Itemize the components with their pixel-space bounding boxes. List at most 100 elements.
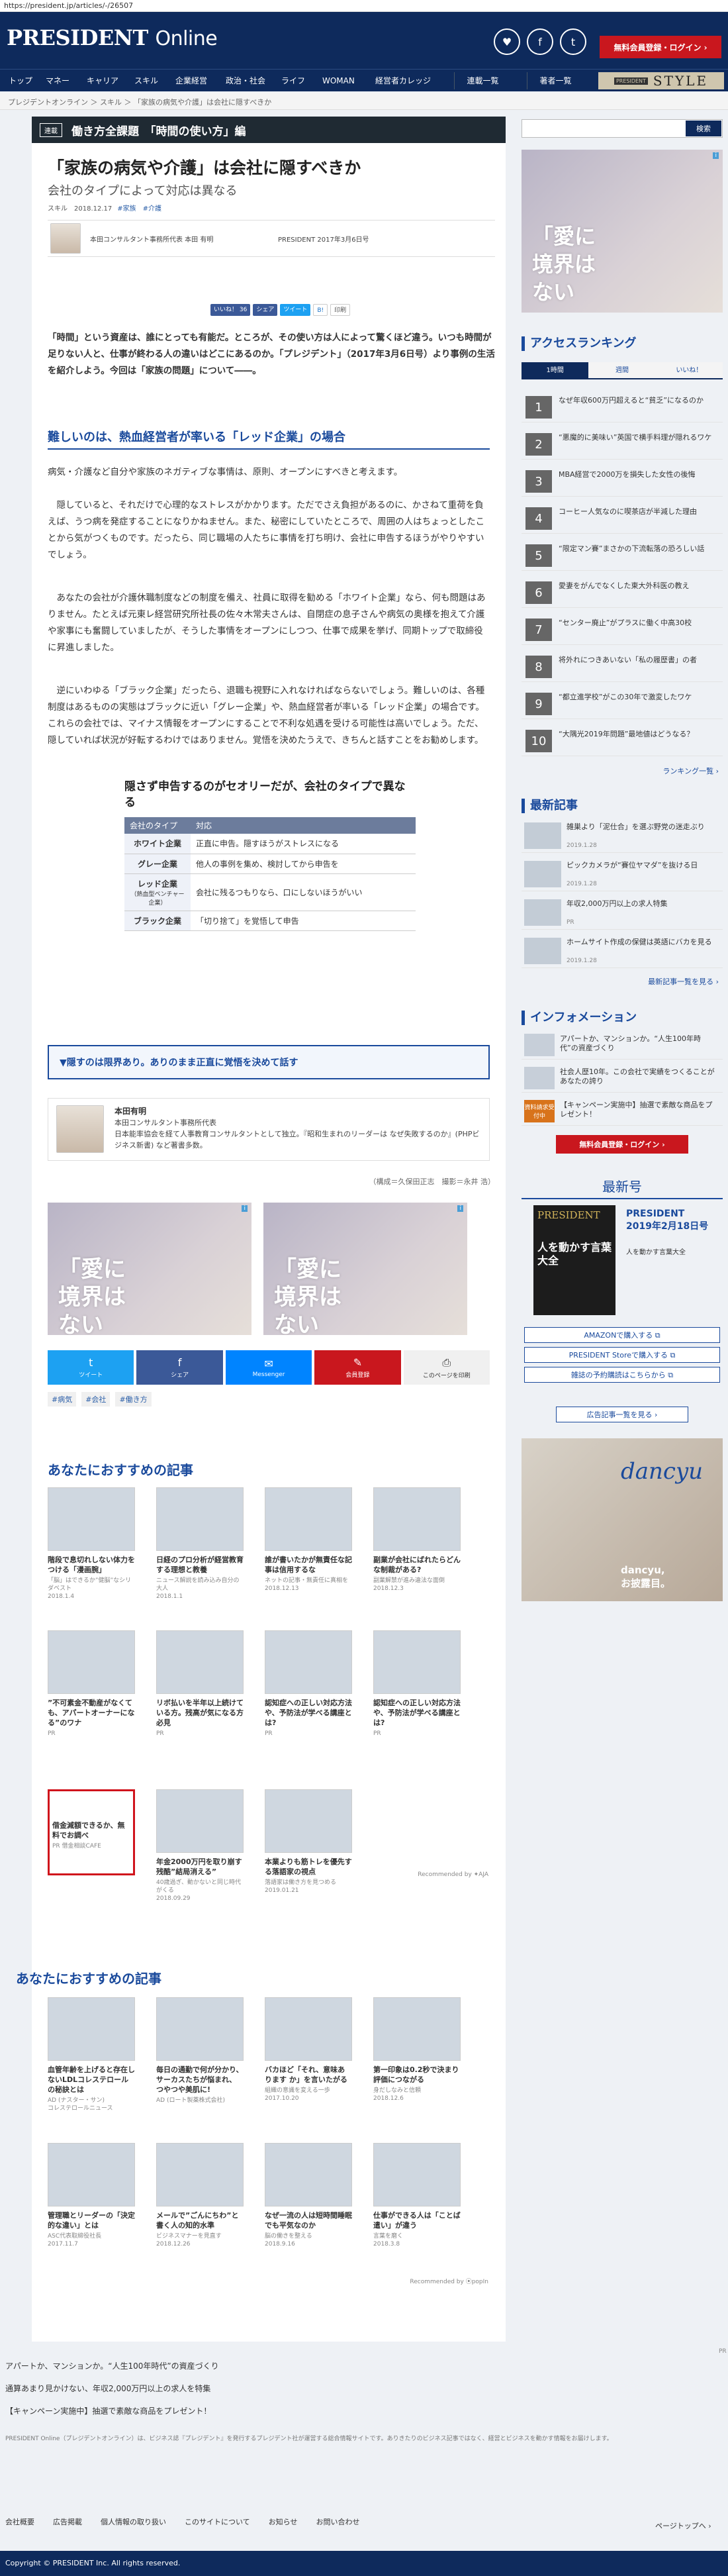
subscribe-button[interactable]: 雑誌の予約購読はこちらから ⧉ (524, 1367, 720, 1383)
recommend-card[interactable]: 年金2000万円を取り崩す残酷”結局消える” 40歳過ぎ、動かないと同じ時代がくる… (156, 1789, 244, 1903)
footer-link-company[interactable]: 会社概要 (5, 2516, 34, 2527)
facebook-large-button[interactable]: f シェア (136, 1350, 223, 1385)
info-item[interactable]: 社会人歴10年。この会社で実績をつくることがあなたの誇り (522, 1064, 723, 1093)
nav-item-skill[interactable]: スキル (130, 70, 163, 92)
nav-item-woman[interactable]: WOMAN (318, 70, 359, 92)
footer-pr-link[interactable]: 【キャンペーン実施中】抽選で素敵な商品をプレゼント！ (5, 2405, 211, 2416)
latest-item[interactable]: ピックカメラが“賽位ヤマダ”を抜ける日 2019.1.28 (522, 857, 723, 891)
series-header[interactable]: 連載 働き方全課題 「時間の使い方」編 (32, 117, 506, 143)
ranking-item[interactable]: 6 愛妻をがんでなくした東大外科医の教え (522, 577, 723, 608)
register-large-button[interactable]: ✎ 会員登録 (314, 1350, 401, 1385)
tweet-button[interactable]: ツイート (280, 304, 311, 316)
recommend-card[interactable]: ”不可素金不動産がなくても、アパートオーナーになる”のワナ PR (48, 1630, 135, 1738)
messenger-large-button[interactable]: ✉ Messenger (225, 1350, 312, 1385)
register-login-button[interactable]: 無料会員登録・ログイン › (600, 36, 721, 58)
tab-weekly[interactable]: 週間 (588, 362, 656, 378)
profile-name[interactable]: 本田有明 (114, 1105, 146, 1116)
recommend-card[interactable]: 第一印象は0.2秒で決まり評価につながる 身だしなみと信頼 2018.12.6 (373, 1997, 461, 2103)
recommend-card[interactable]: 仕事ができる人は「ことば遣い」が違う 言葉を磨く 2018.3.8 (373, 2143, 461, 2248)
amazon-buy-button[interactable]: AMAZONで購入する ⧉ (524, 1327, 720, 1343)
magazine-cover[interactable]: PRESIDENT 人を動かす言葉大全 (533, 1205, 615, 1315)
ad-banner-left[interactable]: 「愛に 境界は ない i (48, 1203, 251, 1335)
facebook-icon[interactable]: f (527, 28, 553, 55)
sidebar-ad[interactable]: 「愛に 境界は ない i (522, 150, 723, 313)
recommend-card[interactable]: 認知症への正しい対応方法や、予防法が学べる講座とは? PR (265, 1630, 352, 1738)
article-tags[interactable]: #家族 #介護 (117, 205, 161, 213)
ranking-item[interactable]: 3 MBA経営で2000万を損失した女性の後悔 (522, 466, 723, 497)
ranking-item[interactable]: 7 “センター廃止”がプラスに働く中高30校 (522, 615, 723, 645)
info-item[interactable]: 資料請求受付中 【キャンペーン実施中】抽選で素敵な商品をプレゼント！ (522, 1097, 723, 1126)
fb-share-button[interactable]: シェア (253, 304, 278, 316)
president-style-link[interactable]: PRESIDENT STYLE (598, 72, 724, 89)
tag-link[interactable]: #会社 (81, 1392, 111, 1407)
ranking-item[interactable]: 8 将外れにつきあいない「私の履歴書」の者 (522, 652, 723, 682)
search-button[interactable]: 検索 (686, 121, 721, 136)
heart-icon[interactable]: ♥ (494, 28, 520, 55)
recommend-card[interactable]: 認知症への正しい対応方法や、予防法が学べる講座とは? PR (373, 1630, 461, 1738)
author-list-button[interactable]: 著者一覧 (527, 72, 584, 89)
recommend-card[interactable]: なぜ一流の人は短時間睡眠でも平気なのか 脳の働きを整える 2018.9.16 (265, 2143, 352, 2248)
latest-item[interactable]: 年収2,000万円以上の求人特集 PR (522, 895, 723, 930)
hatena-button[interactable]: B! (313, 304, 328, 316)
recommend-card[interactable]: メールで”ごんにちわ”と書く人の知的水準 ビジネスマナーを見直す 2018.12.… (156, 2143, 244, 2248)
dancyu-ad[interactable]: dancyu dancyu, お披露目。 (522, 1438, 723, 1601)
nav-item-top[interactable]: トップ (4, 70, 37, 92)
recommend-card[interactable]: 血管年齢を上げると存在しないLDLコレステロールの秘訣とは AD (ナスター・サン… (48, 1997, 135, 2112)
nav-item-money[interactable]: マネー (41, 70, 74, 92)
recommend-card[interactable]: リボ払いを半年以上続けている方。残高が気になる方必見 PR (156, 1630, 244, 1738)
next-page-link[interactable]: ▼隠すのは限界あり。ありのまま正直に覚悟を決めて話す (48, 1045, 490, 1079)
recommend-credit[interactable]: Recommended by ✦AJA (363, 1871, 488, 1878)
info-item[interactable]: アパートか、マンションか。“人生100年時代”の資産づくり (522, 1030, 723, 1060)
footer-link-about[interactable]: このサイトについて (185, 2516, 250, 2527)
ranking-item[interactable]: 4 コーヒー人気なのに喫茶店が半減した理由 (522, 503, 723, 534)
footer-link-ad[interactable]: 広告掲載 (53, 2516, 82, 2527)
footer-link-news[interactable]: お知らせ (269, 2516, 298, 2527)
nav-item-college[interactable]: 経営者カレッジ (371, 70, 435, 92)
latest-more-link[interactable]: 最新記事一覧を見る › (582, 976, 719, 987)
footer-pr-link[interactable]: アパートか、マンションか。“人生100年時代”の資産づくり (5, 2360, 219, 2371)
store-buy-button[interactable]: PRESIDENT Storeで購入する ⧉ (524, 1347, 720, 1363)
nav-item-career[interactable]: キャリア (82, 70, 123, 92)
series-list-button[interactable]: 連載一覧 (454, 72, 511, 89)
latest-item[interactable]: 雑巣より「泥仕合」を選ぶ野党の迷走ぶり 2019.1.28 (522, 818, 723, 853)
nav-item-life[interactable]: ライフ (277, 70, 310, 92)
address-bar[interactable]: https://president.jp/articles/-/26507 (0, 0, 728, 12)
recommend-card-highlight[interactable]: 借金減額できるか、無料でお調べ PR 借金相談CAFE (48, 1789, 135, 1875)
footer-pr-link[interactable]: 通算あまり見かけない、年収2,000万円以上の求人を特集 (5, 2383, 210, 2394)
nav-item-management[interactable]: 企業経営 (171, 70, 212, 92)
site-logo[interactable]: PRESIDENT Online (7, 25, 218, 50)
tab-likes[interactable]: いいね！ (655, 362, 723, 378)
magazine-info[interactable]: PRESIDENT 2019年2月18日号 (626, 1208, 719, 1233)
tweet-large-button[interactable]: t ツイート (48, 1350, 134, 1385)
ad-banner-right[interactable]: 「愛に 境界は ない i (263, 1203, 467, 1335)
recommend-card[interactable]: 管理職とリーダーの「決定的な違い」とは ASC代表取締役社長 2017.11.7 (48, 2143, 135, 2248)
print-large-button[interactable]: ⎙ このページを印刷 (403, 1350, 490, 1385)
ranking-item[interactable]: 10 “大隅光2019年問題”最地値はどうなる？ (522, 726, 723, 756)
recommend-card[interactable]: バカほど「それ、意味あります か」を言いたがる 組織の意識を変える一歩 2017.… (265, 1997, 352, 2103)
twitter-icon[interactable]: t (560, 28, 586, 55)
ranking-more-link[interactable]: ランキング一覧 › (596, 766, 719, 776)
tag-link[interactable]: #病気 (48, 1392, 77, 1407)
ad-list-button[interactable]: 広告記事一覧を見る › (556, 1407, 688, 1422)
recommend-card[interactable]: 本業よりも筋トレを優先する落語家の視点 落語家は働き方を見つめる 2019.01.… (265, 1789, 352, 1895)
tag-link[interactable]: #働き方 (115, 1392, 152, 1407)
recommend-card[interactable]: 誰が書いたかが無責任な記事は信用するな ネットの記事・無責任に真相を 2018.1… (265, 1487, 352, 1593)
author-name[interactable]: 本田コンサルタント事務所代表 本田 有明 (90, 234, 213, 244)
nav-item-politics[interactable]: 政治・社会 (221, 70, 270, 92)
ranking-item[interactable]: 5 “限定マン賽”まさかの下流転落の恐ろしい話 (522, 540, 723, 571)
footer-link-contact[interactable]: お問い合わせ (316, 2516, 359, 2527)
ranking-item[interactable]: 1 なぜ年収600万円超えると“貧乏”になるのか (522, 392, 723, 422)
recommend-card[interactable]: 日経のプロ分析が経営教育する理想と教養 ニュース解説を読み込み自分の大人 2018… (156, 1487, 244, 1601)
latest-item[interactable]: ホームサイト作成の保健は英語にバカを見る 2019.1.28 (522, 934, 723, 968)
ranking-item[interactable]: 2 “悪魔的に美味い”英国で横手料理が隠れるワケ (522, 429, 723, 460)
popin-credit[interactable]: Recommended by ⦿popIn (363, 2277, 488, 2285)
sidebar-login-button[interactable]: 無料会員登録・ログイン › (556, 1135, 688, 1154)
footer-link-privacy[interactable]: 個人情報の取り扱い (101, 2516, 166, 2527)
ranking-item[interactable]: 9 “都立進学校”がこの30年で激変したワケ (522, 689, 723, 719)
print-button[interactable]: 印刷 (330, 304, 351, 316)
like-button[interactable]: いいね！ 36 (210, 304, 251, 316)
tab-hourly[interactable]: 1時間 (522, 362, 589, 378)
recommend-card[interactable]: 階段で息切れしない体力をつける「漫画腕」 「脳」はできるか”健脳”なシリダベスト … (48, 1487, 135, 1601)
recommend-card[interactable]: 副業が会社にばれたらどんな制裁がある? 副業解禁が進み違法な面倒 2018.12.… (373, 1487, 461, 1593)
recommend-card[interactable]: 毎日の通勤で何が分かり、サーカスたちが悩まれ、つやつや美肌に! AD (ロート製薬… (156, 1997, 244, 2105)
